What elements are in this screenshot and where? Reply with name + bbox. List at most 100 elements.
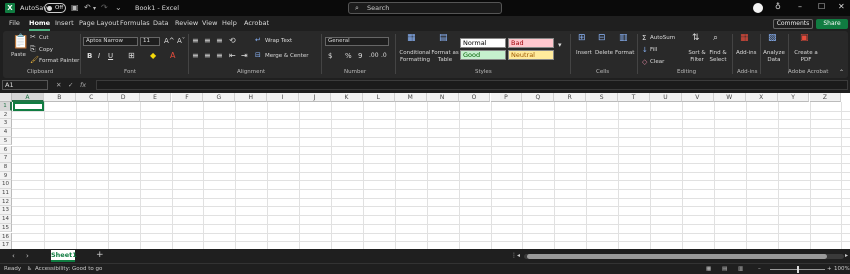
- column-header[interactable]: H: [235, 93, 268, 102]
- column-header[interactable]: X: [745, 93, 778, 102]
- format-as-table-icon[interactable]: ▤: [439, 33, 448, 43]
- style-normal[interactable]: Normal: [460, 38, 506, 48]
- bold-icon[interactable]: B: [87, 52, 92, 60]
- style-good[interactable]: Good: [460, 50, 506, 60]
- autosum-icon[interactable]: Σ: [642, 34, 646, 42]
- row-header[interactable]: 4: [0, 128, 12, 137]
- horizontal-scrollbar[interactable]: [524, 254, 844, 259]
- tab-data[interactable]: Data: [153, 19, 169, 27]
- tab-help[interactable]: Help: [222, 19, 237, 27]
- row-header[interactable]: 5: [0, 136, 12, 146]
- font-name-select[interactable]: Aptos Narrow: [83, 37, 138, 46]
- italic-icon[interactable]: I: [98, 52, 100, 60]
- sort-filter-icon[interactable]: ⇅: [692, 33, 700, 43]
- format-painter-icon[interactable]: 🖌: [30, 56, 39, 64]
- tab-formulas[interactable]: Formulas: [120, 19, 150, 27]
- format-cells-icon[interactable]: ▥: [619, 33, 628, 43]
- save-icon[interactable]: ▣: [71, 3, 79, 12]
- next-sheet-icon[interactable]: ›: [26, 252, 29, 260]
- select-all-corner[interactable]: [0, 93, 12, 102]
- borders-icon[interactable]: ⊞: [128, 51, 135, 60]
- fill-button[interactable]: Fill: [650, 47, 657, 53]
- insert-cells-icon[interactable]: ⊞: [578, 33, 586, 43]
- tab-home[interactable]: Home: [29, 19, 51, 31]
- clear-button[interactable]: Clear: [650, 59, 664, 65]
- row-header[interactable]: 11: [0, 189, 12, 198]
- column-header[interactable]: W: [713, 93, 746, 102]
- zoom-thumb[interactable]: [797, 266, 799, 273]
- column-header[interactable]: P: [490, 93, 523, 102]
- enter-icon[interactable]: ✓: [68, 81, 73, 89]
- insert-cells-button[interactable]: Insert: [576, 50, 592, 56]
- font-size-select[interactable]: 11: [140, 37, 160, 46]
- paste-button[interactable]: Paste: [11, 52, 26, 58]
- format-as-table-button[interactable]: Format as Table: [431, 50, 459, 64]
- underline-icon[interactable]: U: [108, 52, 113, 60]
- align-left-icon[interactable]: ≡: [192, 51, 199, 60]
- copy-icon[interactable]: ⎘: [30, 45, 36, 54]
- active-cell[interactable]: [13, 102, 44, 111]
- column-header[interactable]: A: [12, 93, 44, 102]
- find-select-button[interactable]: Find & Select: [707, 50, 729, 64]
- cut-button[interactable]: Cut: [39, 35, 48, 41]
- styles-more-icon[interactable]: ▾: [558, 41, 562, 49]
- increase-decimal-icon[interactable]: .00: [369, 52, 379, 59]
- create-pdf-button[interactable]: Create a PDF: [794, 50, 818, 64]
- increase-font-icon[interactable]: A^: [164, 37, 175, 45]
- delete-cells-button[interactable]: Delete: [595, 50, 613, 56]
- sort-filter-button[interactable]: Sort & Filter: [686, 50, 708, 64]
- scrollbar-thumb[interactable]: [527, 254, 827, 259]
- tab-review[interactable]: Review: [175, 19, 198, 27]
- column-header[interactable]: J: [299, 93, 331, 102]
- bottom-align-icon[interactable]: ≡: [216, 36, 223, 45]
- autosum-button[interactable]: AutoSum: [650, 35, 675, 41]
- row-header[interactable]: 17: [0, 241, 12, 249]
- undo-icon[interactable]: ↶: [84, 3, 91, 12]
- column-header[interactable]: S: [586, 93, 619, 102]
- page-layout-view-icon[interactable]: ▤: [722, 266, 727, 272]
- cancel-icon[interactable]: ✕: [56, 81, 61, 89]
- column-header[interactable]: E: [139, 93, 172, 102]
- row-header[interactable]: 10: [0, 180, 12, 189]
- scroll-left-icon[interactable]: ◂: [517, 252, 520, 259]
- column-header[interactable]: Z: [809, 93, 842, 102]
- search-box[interactable]: ⌕ Search: [348, 2, 502, 14]
- conditional-formatting-icon[interactable]: ▦: [407, 33, 416, 43]
- fill-icon[interactable]: ↓: [642, 46, 648, 54]
- row-header[interactable]: 13: [0, 206, 12, 216]
- format-cells-button[interactable]: Format: [615, 50, 634, 56]
- maximize-icon[interactable]: ☐: [818, 2, 825, 11]
- column-header[interactable]: N: [426, 93, 459, 102]
- font-color-icon[interactable]: A: [170, 51, 175, 60]
- comma-icon[interactable]: 9: [358, 52, 362, 60]
- conditional-formatting-button[interactable]: Conditional Formatting: [399, 50, 431, 64]
- column-header[interactable]: K: [331, 93, 363, 102]
- top-align-icon[interactable]: ≡: [192, 36, 199, 45]
- lightbulb-icon[interactable]: ♁: [775, 2, 781, 11]
- row-header[interactable]: 8: [0, 162, 12, 172]
- row-header[interactable]: 3: [0, 119, 12, 129]
- prev-sheet-icon[interactable]: ‹: [12, 252, 15, 260]
- analyze-data-button[interactable]: Analyze Data: [762, 50, 786, 64]
- column-header[interactable]: O: [458, 93, 491, 102]
- clear-icon[interactable]: ◇: [642, 58, 647, 66]
- merge-center-button[interactable]: Merge & Center: [265, 53, 308, 59]
- column-header[interactable]: M: [394, 93, 427, 102]
- formula-input[interactable]: [96, 80, 848, 90]
- zoom-out-icon[interactable]: –: [758, 266, 761, 272]
- indent-icon[interactable]: ⇤: [229, 51, 236, 60]
- copy-button[interactable]: Copy: [39, 47, 53, 53]
- fill-color-icon[interactable]: ◆: [150, 51, 156, 60]
- zoom-in-icon[interactable]: +: [827, 266, 832, 272]
- undo-dropdown-icon[interactable]: ▾: [93, 5, 96, 12]
- row-header[interactable]: 15: [0, 223, 12, 233]
- zoom-level[interactable]: 100%: [834, 266, 850, 272]
- column-header[interactable]: I: [267, 93, 300, 102]
- column-header[interactable]: R: [554, 93, 587, 102]
- column-header[interactable]: F: [171, 93, 204, 102]
- column-header[interactable]: T: [618, 93, 650, 102]
- merge-center-icon[interactable]: ⊟: [255, 51, 261, 59]
- column-header[interactable]: V: [681, 93, 714, 102]
- style-neutral[interactable]: Neutral: [508, 50, 554, 60]
- format-painter-button[interactable]: Format Painter: [39, 58, 79, 64]
